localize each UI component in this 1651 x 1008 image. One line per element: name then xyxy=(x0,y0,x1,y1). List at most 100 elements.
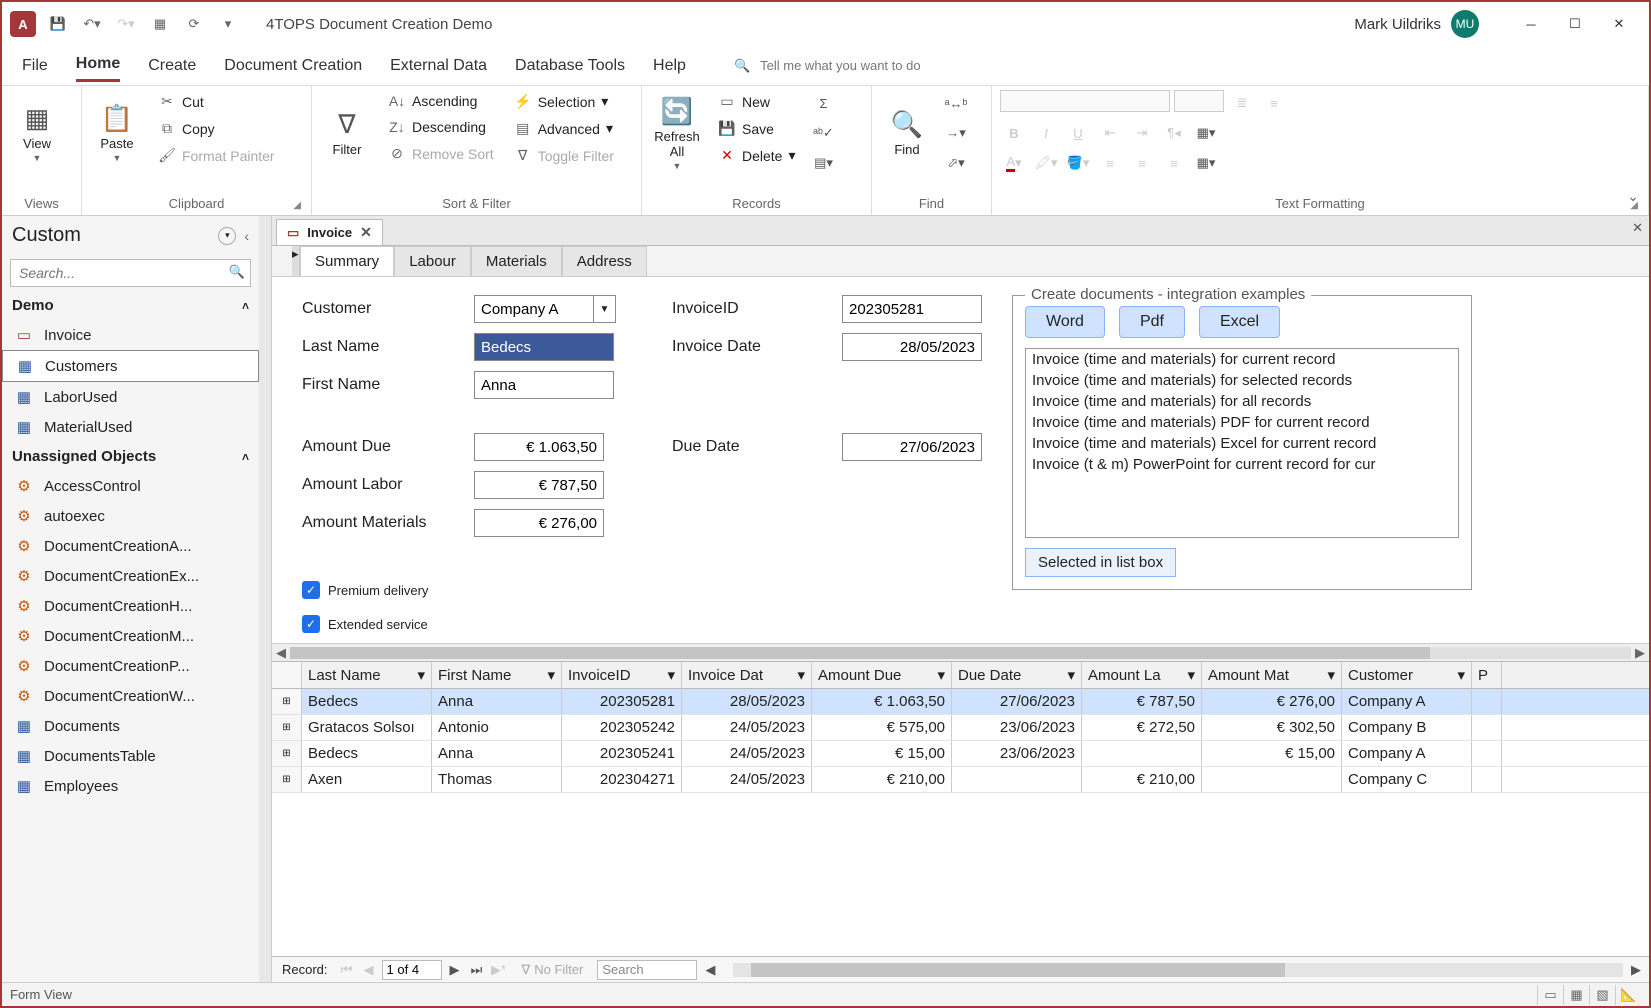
fill-icon[interactable]: 🪣▾ xyxy=(1064,150,1092,176)
close-pane-icon[interactable]: ✕ xyxy=(1632,220,1643,236)
totals-icon[interactable]: Σ xyxy=(810,90,838,116)
chevron-down-icon[interactable]: ▼ xyxy=(594,295,616,323)
align-left-icon[interactable]: ≡ xyxy=(1096,150,1124,176)
descending-button[interactable]: Z↓Descending xyxy=(382,116,500,138)
nav-item-invoice[interactable]: ▭Invoice xyxy=(2,320,259,350)
col-customer[interactable]: Customer▾ xyxy=(1342,662,1472,688)
indent-dec-icon[interactable]: ⇤ xyxy=(1096,120,1124,146)
word-button[interactable]: Word xyxy=(1025,306,1105,338)
numbering-icon[interactable]: ≡ xyxy=(1260,90,1288,116)
menu-file[interactable]: File xyxy=(22,51,48,81)
col-lastname[interactable]: Last Name▾ xyxy=(302,662,432,688)
nav-item-documentcreationex...[interactable]: ⚙DocumentCreationEx... xyxy=(2,561,259,591)
gridlines-icon[interactable]: ▦▾ xyxy=(1192,120,1220,146)
nav-group-head[interactable]: Unassigned Objects˄ xyxy=(2,442,259,471)
menu-home[interactable]: Home xyxy=(76,49,120,82)
form-hscroll[interactable]: ◀ ▶ xyxy=(272,643,1649,661)
col-amountdue[interactable]: Amount Due▾ xyxy=(812,662,952,688)
nav-item-documentstable[interactable]: ▦DocumentsTable xyxy=(2,741,259,771)
advanced-button[interactable]: ▤Advanced ▾ xyxy=(508,117,620,140)
amountdue-field[interactable] xyxy=(474,433,604,461)
more-records-icon[interactable]: ▤▾ xyxy=(810,150,838,176)
selection-button[interactable]: ⚡Selection ▾ xyxy=(508,90,620,113)
minimize-button[interactable]: ─ xyxy=(1509,9,1553,39)
nav-item-documentcreationh...[interactable]: ⚙DocumentCreationH... xyxy=(2,591,259,621)
qat-customize-icon[interactable]: ▾ xyxy=(218,14,238,34)
scroll-right-icon[interactable]: ▶ xyxy=(1631,645,1649,661)
grid-hscroll[interactable] xyxy=(733,963,1623,977)
menu-external-data[interactable]: External Data xyxy=(390,51,487,81)
hscroll-left-icon[interactable]: ◀ xyxy=(701,962,719,978)
select-icon[interactable]: ⬀▾ xyxy=(942,150,970,176)
hscroll-right-icon[interactable]: ▶ xyxy=(1627,962,1645,978)
nav-search-input[interactable] xyxy=(10,259,251,287)
ribbon-collapse-icon[interactable]: ⌄ xyxy=(1627,188,1639,205)
doc-listbox[interactable]: Invoice (time and materials) for current… xyxy=(1025,348,1459,538)
list-item[interactable]: Invoice (time and materials) for selecte… xyxy=(1026,370,1458,391)
expand-row-icon[interactable]: ⊞ xyxy=(272,767,302,792)
tab-summary[interactable]: Summary xyxy=(300,246,394,276)
table-row[interactable]: ⊞ Bedecs Anna 202305281 28/05/2023 € 1.0… xyxy=(272,689,1649,715)
select-all-rows[interactable] xyxy=(272,662,302,688)
format-painter-button[interactable]: 🖌Format Painter xyxy=(152,144,281,167)
italic-icon[interactable]: I xyxy=(1032,120,1060,146)
cut-button[interactable]: ✂Cut xyxy=(152,90,281,113)
scroll-left-icon[interactable]: ◀ xyxy=(272,645,290,661)
document-tab-invoice[interactable]: ▭ Invoice ✕ xyxy=(276,219,383,245)
replace-icon[interactable]: ᵃ↔ᵇ xyxy=(942,90,970,116)
user-name[interactable]: Mark Uildriks xyxy=(1354,16,1441,33)
bold-icon[interactable]: B xyxy=(1000,120,1028,146)
nav-item-documentcreationw...[interactable]: ⚙DocumentCreationW... xyxy=(2,681,259,711)
nav-collapse-icon[interactable]: ‹ xyxy=(244,228,249,244)
col-firstname[interactable]: First Name▾ xyxy=(432,662,562,688)
amountlabor-field[interactable] xyxy=(474,471,604,499)
col-amountmat[interactable]: Amount Mat▾ xyxy=(1202,662,1342,688)
align-center-icon[interactable]: ≡ xyxy=(1128,150,1156,176)
menu-create[interactable]: Create xyxy=(148,51,196,81)
delete-button[interactable]: ✕Delete ▾ xyxy=(712,144,802,167)
alt-row-icon[interactable]: ▦▾ xyxy=(1192,150,1220,176)
nav-item-customers[interactable]: ▦Customers xyxy=(2,350,259,382)
paste-button[interactable]: 📋 Paste ▼ xyxy=(90,90,144,176)
nav-item-documentcreationa...[interactable]: ⚙DocumentCreationA... xyxy=(2,531,259,561)
underline-icon[interactable]: U xyxy=(1064,120,1092,146)
bullets-icon[interactable]: ≣ xyxy=(1228,90,1256,116)
tab-labour[interactable]: Labour xyxy=(394,246,471,276)
goto-icon[interactable]: →▾ xyxy=(942,120,970,146)
nav-scrollbar[interactable] xyxy=(259,216,271,982)
ascending-button[interactable]: A↓Ascending xyxy=(382,90,500,112)
view-button[interactable]: ▦ View ▼ xyxy=(10,90,64,176)
excel-button[interactable]: Excel xyxy=(1199,306,1280,338)
redo-icon[interactable]: ↷▾ xyxy=(116,14,136,34)
nav-group-head[interactable]: Demo˄ xyxy=(2,291,259,320)
last-record-icon[interactable]: ⏭ xyxy=(468,962,486,978)
user-avatar[interactable]: MU xyxy=(1451,10,1479,38)
font-combo[interactable] xyxy=(1000,90,1170,112)
nav-item-documentcreationm...[interactable]: ⚙DocumentCreationM... xyxy=(2,621,259,651)
nav-item-employees[interactable]: ▦Employees xyxy=(2,771,259,801)
nav-item-autoexec[interactable]: ⚙autoexec xyxy=(2,501,259,531)
prev-record-icon[interactable]: ◀ xyxy=(360,962,378,978)
design-view-icon[interactable]: 📐 xyxy=(1615,985,1641,1005)
pdf-button[interactable]: Pdf xyxy=(1119,306,1185,338)
invoicedate-field[interactable] xyxy=(842,333,982,361)
spelling-icon[interactable]: ᵃᵇ✓ xyxy=(810,120,838,146)
highlight-icon[interactable]: 🖍▾ xyxy=(1032,150,1060,176)
qat-icon-1[interactable]: ▦ xyxy=(150,14,170,34)
close-button[interactable]: ✕ xyxy=(1597,9,1641,39)
col-p[interactable]: P xyxy=(1472,662,1502,688)
list-item[interactable]: Invoice (time and materials) for all rec… xyxy=(1026,391,1458,412)
nav-item-laborused[interactable]: ▦LaborUsed xyxy=(2,382,259,412)
col-invoiceid[interactable]: InvoiceID▾ xyxy=(562,662,682,688)
fontsize-combo[interactable] xyxy=(1174,90,1224,112)
expand-row-icon[interactable]: ⊞ xyxy=(272,741,302,766)
indent-inc-icon[interactable]: ⇥ xyxy=(1128,120,1156,146)
menu-document-creation[interactable]: Document Creation xyxy=(224,51,362,81)
grid-search-input[interactable] xyxy=(597,960,697,980)
table-row[interactable]: ⊞ Axen Thomas 202304271 24/05/2023 € 210… xyxy=(272,767,1649,793)
find-button[interactable]: 🔍 Find xyxy=(880,90,934,176)
undo-icon[interactable]: ↶▾ xyxy=(82,14,102,34)
nav-item-materialused[interactable]: ▦MaterialUsed xyxy=(2,412,259,442)
copy-button[interactable]: ⧉Copy xyxy=(152,117,281,140)
expand-row-icon[interactable]: ⊞ xyxy=(272,689,302,714)
